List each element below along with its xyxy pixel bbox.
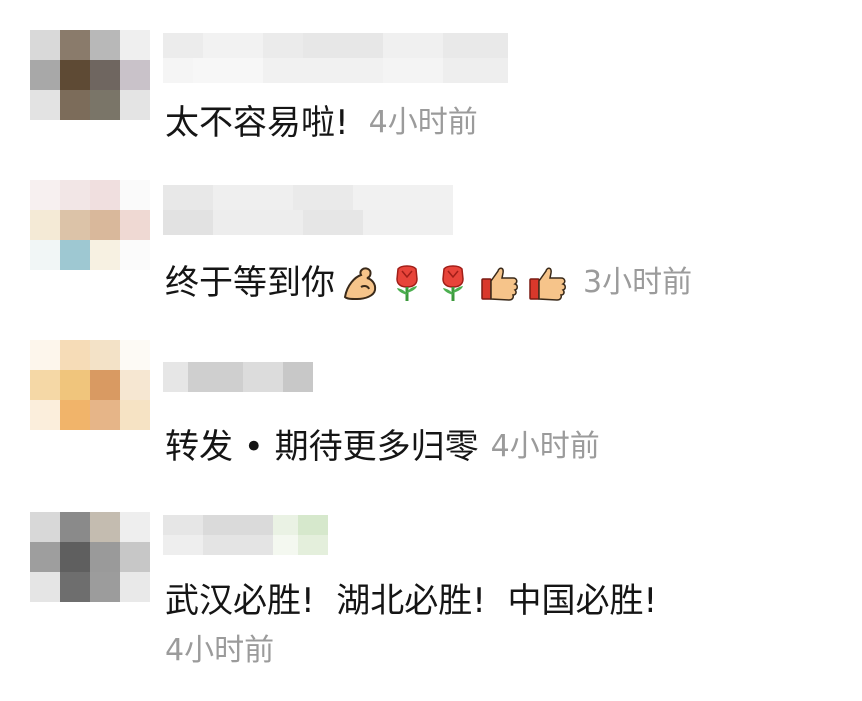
username-blurred[interactable] [163, 515, 328, 555]
comment-time: 4小时前 [490, 429, 600, 464]
avatar[interactable] [30, 30, 150, 120]
comment-text-row: 太不容易啦! 4小时前 [165, 103, 478, 143]
comment-text: 太不容易啦! [165, 103, 349, 143]
comment-text-row: 转发 • 期待更多归零 4小时前 [165, 427, 600, 467]
rose-icon [433, 263, 473, 303]
comment-text-row: 终于等到你 3小时前 [165, 263, 692, 303]
thumbs-up-icon [479, 263, 521, 303]
username-blurred[interactable] [163, 185, 453, 235]
thumbs-up-icon [527, 263, 569, 303]
comment-time: 4小时前 [368, 105, 478, 140]
username-blurred[interactable] [163, 362, 313, 392]
comment-text: 转发 • 期待更多归零 [165, 427, 479, 467]
comment-text-row: 武汉必胜! 湖北必胜! 中国必胜! [165, 581, 657, 621]
avatar[interactable] [30, 340, 150, 430]
flexed-biceps-icon [341, 263, 381, 303]
avatar[interactable] [30, 512, 150, 602]
comment-text: 终于等到你 [165, 263, 335, 303]
rose-icon [387, 263, 427, 303]
username-blurred[interactable] [163, 33, 508, 83]
comment-time: 4小时前 [165, 633, 275, 668]
comment-time: 3小时前 [583, 265, 693, 300]
comment-text: 武汉必胜! 湖北必胜! 中国必胜! [165, 581, 658, 621]
avatar[interactable] [30, 180, 150, 270]
